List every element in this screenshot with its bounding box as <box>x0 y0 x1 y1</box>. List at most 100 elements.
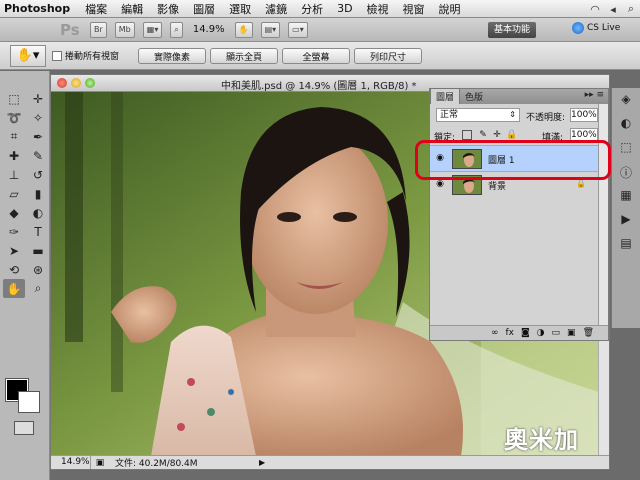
history-icon[interactable]: ▤ <box>616 236 636 254</box>
print-size-button[interactable]: 列印尺寸 <box>354 48 422 64</box>
menu-3d[interactable]: 3D <box>330 2 359 15</box>
bridge-button[interactable]: Br <box>90 21 107 38</box>
3d-orbit-icon[interactable]: ⊛ <box>27 260 49 279</box>
hand-tool-icon[interactable]: ✋ <box>234 21 253 38</box>
zoom-level-button[interactable]: ⌕ <box>170 21 183 38</box>
adjustments-icon[interactable]: ◐ <box>616 116 636 134</box>
crop-tool-icon[interactable]: ⌗ <box>3 127 25 146</box>
new-layer-icon[interactable]: ▣ <box>567 328 576 338</box>
layers-scrollbar[interactable] <box>598 104 608 327</box>
layer-name: 背景 <box>488 182 507 192</box>
add-mask-icon[interactable]: ◙ <box>521 328 530 338</box>
shape-tool-icon[interactable]: ▬ <box>27 241 49 260</box>
zoom-tool-icon[interactable]: ⌕ <box>27 279 49 298</box>
gradient-tool-icon[interactable]: ▮ <box>27 184 49 203</box>
menu-app-name[interactable]: Photoshop <box>0 2 78 15</box>
menu-select[interactable]: 選取 <box>222 1 258 17</box>
menu-filter[interactable]: 濾鏡 <box>258 1 294 17</box>
lock-position-icon[interactable]: ✛ <box>492 130 502 140</box>
menu-analysis[interactable]: 分析 <box>294 1 330 17</box>
zoom-window-icon[interactable] <box>85 78 95 88</box>
spotlight-icon[interactable]: ⌕ <box>624 2 638 16</box>
status-zoom-value[interactable]: 14.9% <box>51 456 91 469</box>
menu-file[interactable]: 檔案 <box>78 1 114 17</box>
move-tool-icon[interactable]: ✛ <box>27 89 49 108</box>
pen-tool-icon[interactable]: ✑ <box>3 222 25 241</box>
new-group-icon[interactable]: ▭ <box>552 328 561 338</box>
tab-channels[interactable]: 色版 <box>460 89 488 104</box>
layer-style-icon[interactable]: fx <box>505 328 514 338</box>
panel-menu-icon[interactable]: ▸▸ ≡ <box>585 90 604 100</box>
path-select-icon[interactable]: ➤ <box>3 241 25 260</box>
3d-rotate-icon[interactable]: ⟲ <box>3 260 25 279</box>
status-info-icon[interactable]: ▣ <box>91 458 109 468</box>
view-extras-button[interactable]: ▦▾ <box>142 21 163 38</box>
marquee-tool-icon[interactable]: ⬚ <box>3 89 25 108</box>
actual-pixels-button[interactable]: 實際像素 <box>138 48 206 64</box>
screen-mode-button[interactable]: ▭▾ <box>288 21 308 38</box>
swatches-icon[interactable]: ▦ <box>616 188 636 206</box>
lock-pixels-icon[interactable]: ✎ <box>478 130 488 140</box>
magic-wand-icon[interactable]: ✧ <box>27 108 49 127</box>
cs-live-icon <box>572 22 584 34</box>
eyedropper-icon[interactable]: ✒ <box>27 127 49 146</box>
fill-screen-button[interactable]: 全螢幕 <box>282 48 350 64</box>
menu-edit[interactable]: 編輯 <box>114 1 150 17</box>
volume-icon[interactable]: ◂ <box>606 2 620 16</box>
adjustment-layer-icon[interactable]: ◑ <box>537 328 545 338</box>
eraser-tool-icon[interactable]: ▱ <box>3 184 25 203</box>
lock-transparency-icon[interactable] <box>462 130 472 140</box>
lock-all-icon[interactable]: 🔒 <box>506 130 517 140</box>
info-icon[interactable]: ⓘ <box>616 164 636 182</box>
cs-live-label: CS Live <box>587 23 621 33</box>
menu-image[interactable]: 影像 <box>150 1 186 17</box>
fit-screen-button[interactable]: 顯示全頁 <box>210 48 278 64</box>
layers-panel-header: 圖層 色版 ▸▸ ≡ <box>430 88 608 104</box>
opacity-input[interactable]: 100% <box>570 108 598 122</box>
scroll-all-windows-option[interactable]: 捲動所有視窗 <box>52 49 119 62</box>
opacity-label: 不透明度: <box>526 113 566 123</box>
arrange-documents-button[interactable]: ▤▾ <box>260 21 281 38</box>
healing-brush-icon[interactable]: ✚ <box>3 146 25 165</box>
tab-layers[interactable]: 圖層 <box>430 88 461 104</box>
blur-tool-icon[interactable]: ◆ <box>3 203 25 222</box>
type-tool-icon[interactable]: T <box>27 222 49 241</box>
history-brush-icon[interactable]: ↺ <box>27 165 49 184</box>
panel-dock: ◈ ◐ ⬚ ⓘ ▦ ▶ ▤ <box>611 88 640 328</box>
hand-tool-icon[interactable]: ✋ <box>3 279 25 298</box>
scroll-all-checkbox[interactable] <box>52 50 62 61</box>
masks-icon[interactable]: ⬚ <box>616 140 636 158</box>
menu-window[interactable]: 視窗 <box>396 1 432 17</box>
status-menu-arrow-icon[interactable]: ▶ <box>259 458 269 467</box>
blend-mode-value: 正常 <box>440 110 459 120</box>
background-color-swatch[interactable] <box>18 391 40 413</box>
menu-view[interactable]: 檢視 <box>360 1 396 17</box>
minibridge-button[interactable]: Mb <box>114 21 135 38</box>
brush-tool-icon[interactable]: ✎ <box>27 146 49 165</box>
scroll-all-label: 捲動所有視窗 <box>65 52 120 62</box>
tool-preset-picker[interactable]: ✋▾ <box>10 44 46 67</box>
menu-layer[interactable]: 圖層 <box>186 1 222 17</box>
link-layers-icon[interactable]: ∞ <box>491 328 499 338</box>
blend-mode-select[interactable]: 正常 ⇕ <box>436 108 520 122</box>
dodge-tool-icon[interactable]: ◐ <box>27 203 49 222</box>
clone-stamp-icon[interactable]: ⊥ <box>3 165 25 184</box>
minimize-window-icon[interactable] <box>71 78 81 88</box>
lasso-tool-icon[interactable]: ➰ <box>3 108 25 127</box>
wifi-icon[interactable]: ◠ <box>588 2 602 16</box>
quick-mask-icon[interactable] <box>14 421 34 435</box>
3d-panel-icon[interactable]: ◈ <box>616 92 636 110</box>
zoom-level[interactable]: 14.9% <box>193 24 225 35</box>
menu-bar: Photoshop 檔案 編輯 影像 圖層 選取 濾鏡 分析 3D 檢視 視窗 … <box>0 0 640 18</box>
delete-layer-icon[interactable]: 🗑 <box>583 328 594 338</box>
visibility-eye-icon[interactable]: ◉ <box>434 179 446 189</box>
workspace-button[interactable]: 基本功能 <box>488 22 537 38</box>
ps-logo: Ps <box>60 20 80 39</box>
layers-panel-footer: ∞ fx ◙ ◑ ▭ ▣ 🗑 <box>430 325 608 340</box>
menu-help[interactable]: 說明 <box>432 1 468 17</box>
cs-live-button[interactable]: CS Live <box>572 22 620 34</box>
close-window-icon[interactable] <box>57 78 67 88</box>
layers-panel: 圖層 色版 ▸▸ ≡ 正常 ⇕ 不透明度: 100% ▸ 鎖定: ✎ ✛ 🔒 填… <box>429 88 609 341</box>
actions-icon[interactable]: ▶ <box>616 212 636 230</box>
document-status-bar: 14.9% ▣ 文件: 40.2M/80.4M ▶ <box>51 455 609 469</box>
